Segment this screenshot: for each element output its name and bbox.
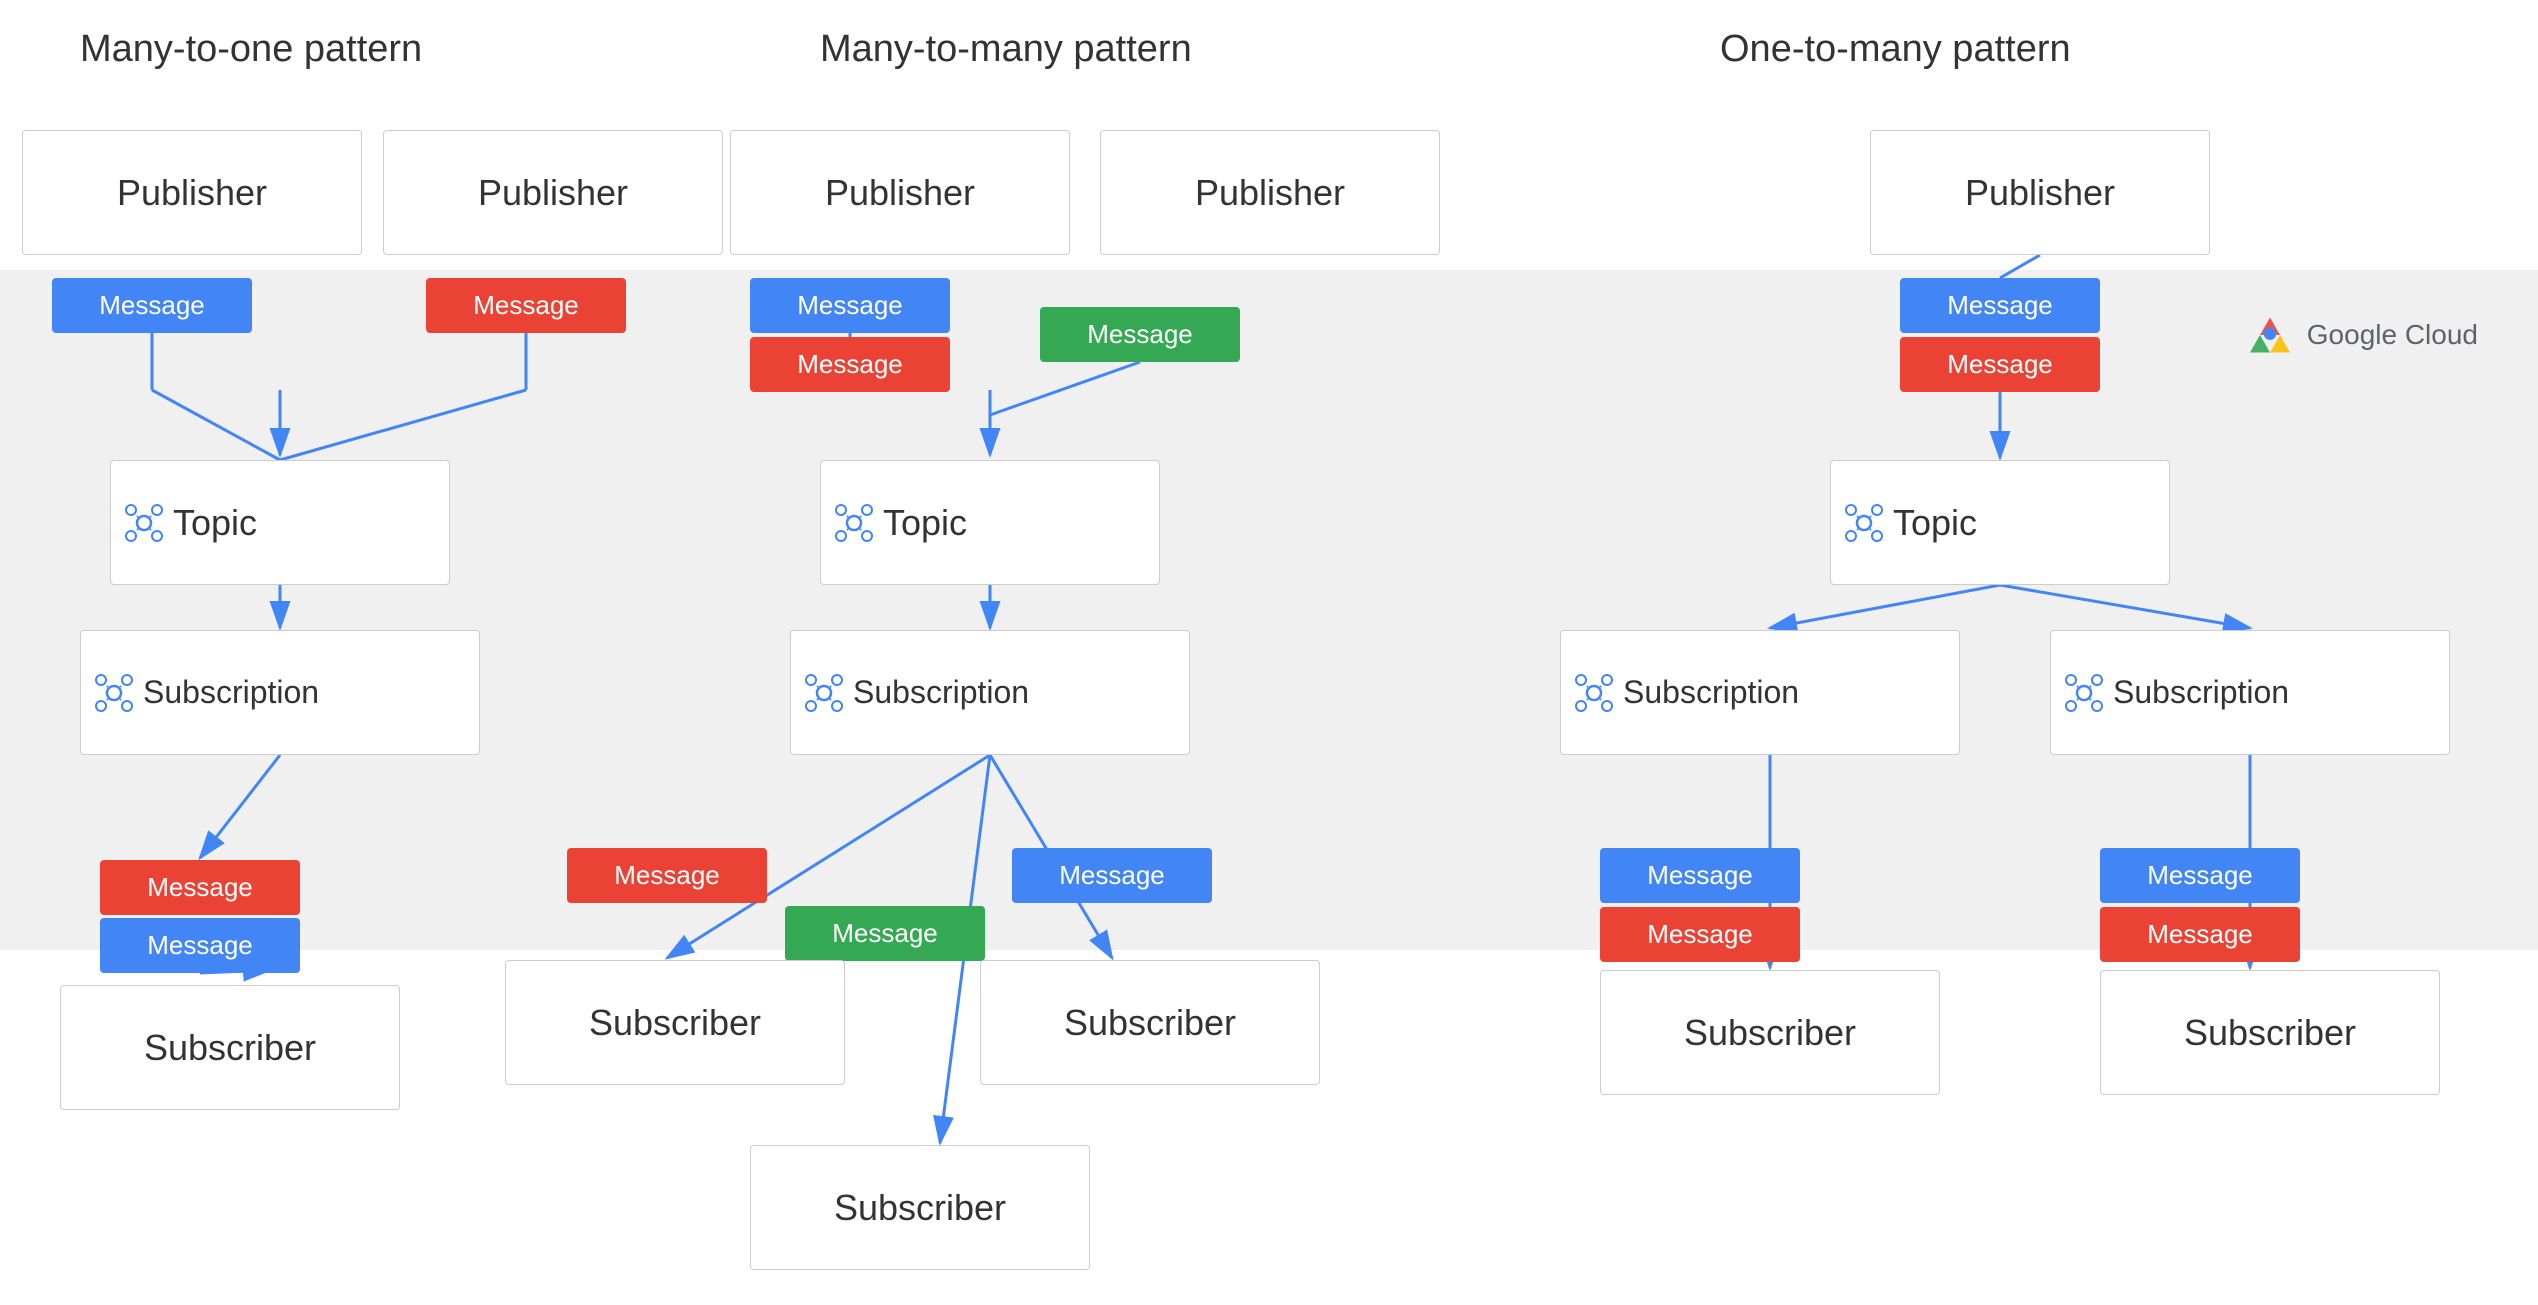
msg-red-o2m-sub2-2: Message	[2100, 907, 2300, 962]
pubsub-icon-topic-m2m	[833, 502, 875, 544]
publisher-box-m2m-2: Publisher	[1100, 130, 1440, 255]
topic-box-o2m: Topic	[1830, 460, 2170, 585]
publisher-box-m21-2: Publisher	[383, 130, 723, 255]
google-cloud-logo: Google Cloud	[2245, 310, 2478, 360]
google-cloud-logo-icon	[2245, 310, 2295, 360]
pubsub-icon-topic-o2m	[1843, 502, 1885, 544]
many-to-many-title: Many-to-many pattern	[820, 28, 1192, 71]
subscription-box-m21: Subscription	[80, 630, 480, 755]
subscription-box-m2m: Subscription	[790, 630, 1190, 755]
msg-red-o2m-sub1-2: Message	[1600, 907, 1800, 962]
subscription-box-o2m-1: Subscription	[1560, 630, 1960, 755]
pubsub-icon-sub-m21	[93, 672, 135, 714]
pubsub-icon-sub-o2m-1	[1573, 672, 1615, 714]
many-to-one-title: Many-to-one pattern	[80, 28, 422, 71]
msg-blue-o2m-1: Message	[1900, 278, 2100, 333]
pubsub-icon-m21	[123, 502, 165, 544]
msg-blue-m2m-1: Message	[750, 278, 950, 333]
subscriber-box-m2m-2: Subscriber	[980, 960, 1320, 1085]
pubsub-icon-sub-o2m-2	[2063, 672, 2105, 714]
publisher-box-m21-1: Publisher	[22, 130, 362, 255]
subscriber-box-o2m-1: Subscriber	[1600, 970, 1940, 1095]
msg-blue-o2m-sub1-1: Message	[1600, 848, 1800, 903]
msg-blue-m21-out2: Message	[100, 918, 300, 973]
msg-blue-m21-1: Message	[52, 278, 252, 333]
topic-box-m21: Topic	[110, 460, 450, 585]
msg-red-m2m-out1: Message	[567, 848, 767, 903]
msg-blue-m2m-out2: Message	[1012, 848, 1212, 903]
pubsub-icon-sub-m2m	[803, 672, 845, 714]
msg-red-m21-2: Message	[426, 278, 626, 333]
one-to-many-title: One-to-many pattern	[1720, 28, 2071, 71]
msg-blue-o2m-sub2-1: Message	[2100, 848, 2300, 903]
subscriber-box-m21: Subscriber	[60, 985, 400, 1110]
msg-green-m2m-out3: Message	[785, 906, 985, 961]
msg-red-o2m-2: Message	[1900, 337, 2100, 392]
subscription-box-o2m-2: Subscription	[2050, 630, 2450, 755]
msg-red-m2m-2: Message	[750, 337, 950, 392]
diagram-container: Many-to-one pattern Many-to-many pattern…	[0, 0, 2538, 1305]
google-cloud-text: Google Cloud	[2307, 319, 2478, 351]
msg-green-m2m-3: Message	[1040, 307, 1240, 362]
subscriber-box-o2m-2: Subscriber	[2100, 970, 2440, 1095]
publisher-box-o2m: Publisher	[1870, 130, 2210, 255]
msg-red-m21-out1: Message	[100, 860, 300, 915]
topic-box-m2m: Topic	[820, 460, 1160, 585]
subscriber-box-m2m-1: Subscriber	[505, 960, 845, 1085]
publisher-box-m2m-1: Publisher	[730, 130, 1070, 255]
subscriber-box-m2m-3: Subscriber	[750, 1145, 1090, 1270]
